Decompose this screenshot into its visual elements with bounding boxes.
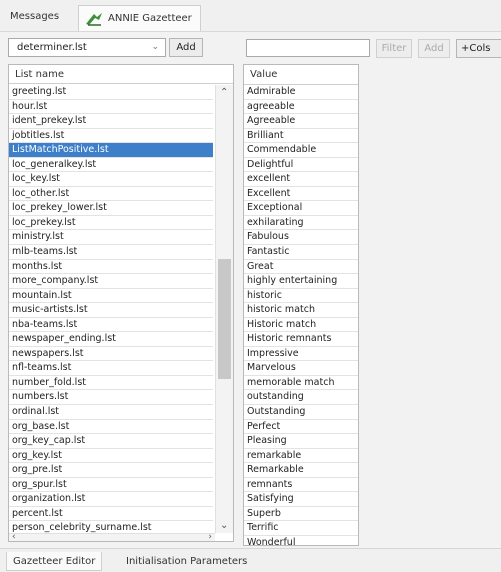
value-item[interactable]: Wonderful <box>244 536 358 545</box>
list-item[interactable]: ListMatchPositive.lst <box>9 143 213 158</box>
list-item[interactable]: loc_other.lst <box>9 187 213 202</box>
list-name-header[interactable]: List name <box>9 65 233 84</box>
list-name-table: List name greeting.lst hour.lst ident_prek… <box>8 64 234 542</box>
list-item[interactable]: org_pre.lst <box>9 463 213 478</box>
value-item[interactable]: Historic remnants <box>244 332 358 347</box>
value-table: Value Admirable agreeable Agreeable Brillia… <box>243 64 359 546</box>
tab-annie-label: ANNIE Gazetteer <box>108 13 192 24</box>
list-item[interactable]: jobtitles.lst <box>9 129 213 144</box>
add-value-button[interactable]: Add <box>418 39 450 58</box>
value-item[interactable]: Impressive <box>244 347 358 362</box>
list-item[interactable]: nfl-teams.lst <box>9 361 213 376</box>
value-item[interactable]: Exceptional <box>244 201 358 216</box>
list-item[interactable]: newspapers.lst <box>9 347 213 362</box>
value-header[interactable]: Value <box>244 65 358 85</box>
list-item[interactable]: hour.lst <box>9 100 213 115</box>
list-item[interactable]: newspaper_ending.lst <box>9 332 213 347</box>
value-item[interactable]: Commendable <box>244 143 358 158</box>
list-item[interactable]: mountain.lst <box>9 289 213 304</box>
list-item[interactable]: percent.lst <box>9 507 213 522</box>
list-item[interactable]: music-artists.lst <box>9 303 213 318</box>
value-item[interactable]: Agreeable <box>244 114 358 129</box>
list-item[interactable]: more_company.lst <box>9 274 213 289</box>
tab-initialisation-parameters[interactable]: Initialisation Parameters <box>120 552 253 571</box>
value-item[interactable]: Pleasing <box>244 434 358 449</box>
list-select-value: determiner.lst <box>17 42 87 53</box>
list-item[interactable]: org_key_cap.lst <box>9 434 213 449</box>
value-item[interactable]: Fantastic <box>244 245 358 260</box>
bottom-tab-strip: Gazetteer Editor Initialisation Paramete… <box>0 548 501 572</box>
value-item[interactable]: historic <box>244 289 358 304</box>
value-item[interactable]: Remarkable <box>244 463 358 478</box>
value-item[interactable]: Perfect <box>244 420 358 435</box>
list-item[interactable]: numbers.lst <box>9 390 213 406</box>
add-list-button[interactable]: Add <box>169 38 203 57</box>
list-item[interactable]: ident_prekey.lst <box>9 114 213 129</box>
list-vertical-scrollbar[interactable]: ⌃ ⌄ <box>215 85 233 533</box>
value-item[interactable]: Historic match <box>244 318 358 333</box>
list-select[interactable]: determiner.lst ⌄ <box>8 38 166 57</box>
value-item[interactable]: Brilliant <box>244 129 358 144</box>
list-item[interactable]: org_spur.lst <box>9 478 213 493</box>
value-item[interactable]: remnants <box>244 478 358 493</box>
list-item[interactable]: mlb-teams.lst <box>9 245 213 260</box>
list-item[interactable]: greeting.lst <box>9 85 213 100</box>
value-item[interactable]: Fabulous <box>244 230 358 246</box>
list-name-body: greeting.lst hour.lst ident_prekey.lst jobt… <box>9 85 213 536</box>
value-item[interactable]: Delightful <box>244 158 358 173</box>
scroll-up-icon[interactable]: ⌃ <box>220 87 228 98</box>
scroll-right-icon[interactable]: › <box>208 532 212 541</box>
value-item[interactable]: exhilarating <box>244 216 358 231</box>
tab-messages[interactable]: Messages <box>10 11 59 22</box>
scroll-left-icon[interactable]: ‹ <box>12 532 16 541</box>
list-item[interactable]: org_base.lst <box>9 420 213 435</box>
tab-annie-gazetteer[interactable]: ANNIE Gazetteer <box>78 5 201 31</box>
value-item[interactable]: Outstanding <box>244 405 358 420</box>
filter-input[interactable] <box>246 39 370 57</box>
list-item[interactable]: loc_prekey.lst <box>9 216 213 231</box>
value-item[interactable]: excellent <box>244 172 358 187</box>
value-item[interactable]: Terrific <box>244 521 358 536</box>
add-columns-button[interactable]: +Cols <box>456 39 501 58</box>
scroll-down-icon[interactable]: ⌄ <box>220 520 228 531</box>
top-tab-strip: Messages ANNIE Gazetteer <box>0 0 501 32</box>
list-item[interactable]: loc_generalkey.lst <box>9 158 213 173</box>
value-item[interactable]: Superb <box>244 507 358 522</box>
list-item[interactable]: organization.lst <box>9 492 213 507</box>
value-item[interactable]: Satisfying <box>244 492 358 507</box>
list-item[interactable]: ordinal.lst <box>9 405 213 420</box>
value-item[interactable]: Marvelous <box>244 361 358 376</box>
value-item[interactable]: outstanding <box>244 390 358 406</box>
list-item[interactable]: months.lst <box>9 260 213 275</box>
list-horizontal-scrollbar[interactable]: ‹ › <box>9 532 215 541</box>
value-item[interactable]: agreeable <box>244 100 358 115</box>
list-item[interactable]: loc_prekey_lower.lst <box>9 201 213 216</box>
list-item[interactable]: ministry.lst <box>9 230 213 246</box>
list-item[interactable]: org_key.lst <box>9 449 213 464</box>
tab-gazetteer-editor[interactable]: Gazetteer Editor <box>6 552 103 571</box>
list-item[interactable]: number_fold.lst <box>9 376 213 391</box>
value-item[interactable]: Admirable <box>244 85 358 100</box>
list-scroll-thumb[interactable] <box>218 259 231 379</box>
value-item[interactable]: highly entertaining <box>244 274 358 289</box>
gazetteer-icon <box>86 12 102 26</box>
values-panel: Filter Add +Cols Value Admirable agreeabl… <box>241 34 501 546</box>
filter-button[interactable]: Filter <box>376 39 412 58</box>
value-item[interactable]: Great <box>244 260 358 275</box>
value-item[interactable]: remarkable <box>244 449 358 464</box>
value-item[interactable]: Excellent <box>244 187 358 202</box>
chevron-down-icon: ⌄ <box>151 42 159 52</box>
value-body: Admirable agreeable Agreeable Brilliant Comm… <box>244 85 358 545</box>
list-item[interactable]: nba-teams.lst <box>9 318 213 333</box>
lists-panel: determiner.lst ⌄ Add List name greeting.… <box>6 34 238 546</box>
value-item[interactable]: memorable match <box>244 376 358 391</box>
value-item[interactable]: historic match <box>244 303 358 318</box>
list-item[interactable]: loc_key.lst <box>9 172 213 187</box>
